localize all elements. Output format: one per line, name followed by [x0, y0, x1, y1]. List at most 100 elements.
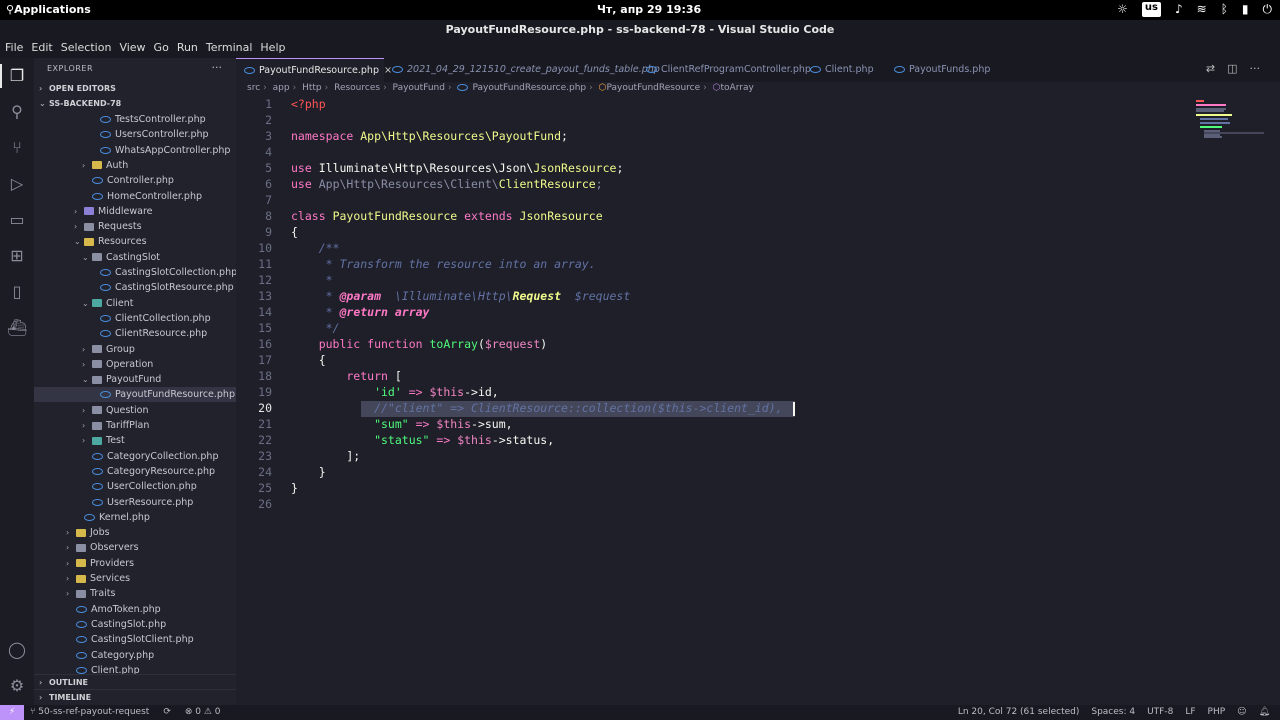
power-icon[interactable]: ⏻ — [1263, 2, 1273, 17]
tree-folder[interactable]: › Question — [34, 403, 236, 418]
battery-icon[interactable]: ▮ — [1242, 2, 1249, 17]
tree-folder[interactable]: ⌄ Client — [34, 296, 236, 311]
menu-selection[interactable]: Selection — [56, 39, 112, 58]
run-debug-icon[interactable]: ▷ — [7, 174, 27, 194]
code-line[interactable]: 16 public function toArray($request) — [236, 336, 1196, 352]
tree-file[interactable]: AmoToken.php — [34, 602, 236, 617]
tree-folder[interactable]: ⌄ CastingSlot — [34, 250, 236, 265]
breadcrumb-item[interactable]: Resources — [334, 83, 380, 93]
tree-folder[interactable]: › Group — [34, 342, 236, 357]
tree-folder[interactable]: › TariffPlan — [34, 418, 236, 433]
keyboard-layout[interactable]: us — [1141, 2, 1161, 17]
menu-terminal[interactable]: Terminal — [201, 39, 253, 58]
code-line[interactable]: 17 { — [236, 352, 1196, 368]
tree-file[interactable]: CastingSlotCollection.php — [34, 265, 236, 280]
code-line[interactable]: 19 'id' => $this->id, — [236, 384, 1196, 400]
cursor-position[interactable]: Ln 20, Col 72 (61 selected) — [958, 705, 1080, 720]
tree-file[interactable]: PayoutFundResource.php — [34, 387, 236, 403]
tree-folder[interactable]: › Jobs — [34, 525, 236, 540]
tree-file[interactable]: WhatsAppController.php — [34, 143, 236, 158]
breadcrumb-item[interactable]: toArray — [721, 83, 754, 93]
clock[interactable]: Чт, апр 29 19:36 — [597, 3, 701, 16]
minimap[interactable] — [1196, 96, 1280, 705]
notebook-icon[interactable]: ▯ — [7, 282, 27, 302]
breadcrumb-item[interactable]: app — [273, 83, 290, 93]
code-line[interactable]: 12 * — [236, 272, 1196, 288]
search-icon[interactable]: ⚲ — [7, 102, 27, 122]
outline-section[interactable]: › OUTLINE — [34, 674, 236, 689]
code-line[interactable]: 22 "status" => $this->status, — [236, 432, 1196, 448]
code-line[interactable]: 23 ]; — [236, 448, 1196, 464]
wifi-icon[interactable]: ≋ — [1197, 2, 1207, 17]
tree-file[interactable]: UsersController.php — [34, 127, 236, 142]
code-line[interactable]: 5 use Illuminate\Http\Resources\Json\Json… — [236, 160, 1196, 176]
project-section[interactable]: ⌄ SS-BACKEND-78 — [34, 96, 236, 111]
code-line[interactable]: 6 use App\Http\Resources\Client\ClientRes… — [236, 176, 1196, 192]
tab-payoutfunds[interactable]: PayoutFunds.php — [886, 58, 996, 82]
code-editor[interactable]: 1 <?php 2 3 namespace App\Http\Resources\Pay… — [236, 96, 1196, 705]
tree-file[interactable]: ClientResource.php — [34, 326, 236, 341]
code-line[interactable]: 26 — [236, 496, 1196, 512]
open-editors-section[interactable]: › OPEN EDITORS — [34, 81, 236, 96]
code-line[interactable]: 7 — [236, 192, 1196, 208]
tree-folder[interactable]: › Operation — [34, 357, 236, 372]
more-actions-button[interactable]: ··· — [212, 61, 223, 74]
tree-file[interactable]: CastingSlotResource.php — [34, 280, 236, 295]
explorer-icon[interactable]: ❐ — [7, 66, 27, 86]
tree-file[interactable]: CategoryResource.php — [34, 464, 236, 479]
tab-migration[interactable]: 2021_04_29_121510_create_payout_funds_ta… — [384, 58, 660, 82]
feedback-icon[interactable]: ☺ — [1237, 705, 1246, 720]
eol[interactable]: LF — [1185, 705, 1195, 720]
branch-status[interactable]: ⑂ 50-ss-ref-payout-request — [30, 705, 149, 720]
tree-folder[interactable]: ⌄ PayoutFund — [34, 372, 236, 387]
remote-explorer-icon[interactable]: ▭ — [7, 210, 27, 230]
problems-status[interactable]: ⊗ 0 ⚠ 0 — [185, 705, 221, 720]
code-line[interactable]: 18 return [ — [236, 368, 1196, 384]
tree-file[interactable]: Kernel.php — [34, 510, 236, 525]
menu-help[interactable]: Help — [255, 39, 285, 58]
sync-icon[interactable]: ⟳ — [163, 705, 171, 720]
encoding[interactable]: UTF-8 — [1147, 705, 1173, 720]
tree-file[interactable]: UserCollection.php — [34, 479, 236, 494]
menu-view[interactable]: View — [114, 39, 145, 58]
tab-payoutfundresource[interactable]: PayoutFundResource.php × — [236, 58, 392, 82]
tree-file[interactable]: CategoryCollection.php — [34, 449, 236, 464]
code-line[interactable]: 14 * @return array — [236, 304, 1196, 320]
tree-folder[interactable]: › Test — [34, 433, 236, 448]
account-icon[interactable]: ◯ — [7, 640, 27, 660]
compare-icon[interactable]: ⇄ — [1206, 62, 1215, 75]
code-line[interactable]: 3 namespace App\Http\Resources\PayoutFund… — [236, 128, 1196, 144]
code-line[interactable]: 20 //"client" => ClientResource::collect… — [236, 400, 1196, 416]
breadcrumb-item[interactable]: PayoutFund — [393, 83, 445, 93]
bluetooth-icon[interactable]: ᛒ — [1221, 2, 1228, 17]
code-line[interactable]: 15 */ — [236, 320, 1196, 336]
docker-icon[interactable]: ⛴ — [7, 318, 27, 338]
code-line[interactable]: 9{ — [236, 224, 1196, 240]
code-line[interactable]: 21 "sum" => $this->sum, — [236, 416, 1196, 432]
tab-clientrefprogramcontroller[interactable]: ClientRefProgramController.php — [638, 58, 811, 82]
tree-folder[interactable]: ⌄ Resources — [34, 234, 236, 249]
tree-file[interactable]: HomeController.php — [34, 189, 236, 204]
tree-file[interactable]: UserResource.php — [34, 495, 236, 510]
breadcrumb-item[interactable]: src — [247, 83, 260, 93]
tree-folder[interactable]: › Middleware — [34, 204, 236, 219]
code-line[interactable]: 4 — [236, 144, 1196, 160]
tree-file[interactable]: CastingSlotClient.php — [34, 632, 236, 647]
brightness-icon[interactable]: ☼ — [1117, 2, 1128, 17]
breadcrumb-item[interactable]: PayoutFundResource — [606, 83, 700, 93]
menu-go[interactable]: Go — [149, 39, 169, 58]
tree-folder[interactable]: › Providers — [34, 556, 236, 571]
menu-file[interactable]: File — [0, 39, 23, 58]
code-line[interactable]: 25} — [236, 480, 1196, 496]
tree-folder[interactable]: › Services — [34, 571, 236, 586]
breadcrumb-item[interactable]: PayoutFundResource.php — [472, 83, 586, 93]
code-line[interactable]: 11 * Transform the resource into an arra… — [236, 256, 1196, 272]
code-line[interactable]: 8 class PayoutFundResource extends JsonRe… — [236, 208, 1196, 224]
bell-icon[interactable]: 🔔︎ — [1259, 705, 1270, 720]
applications-menu[interactable]: ⚲Applications — [6, 3, 91, 16]
code-line[interactable]: 10 /** — [236, 240, 1196, 256]
tree-file[interactable]: TestsController.php — [34, 112, 236, 127]
code-line[interactable]: 24 } — [236, 464, 1196, 480]
timeline-section[interactable]: › TIMELINE — [34, 689, 236, 704]
tree-folder[interactable]: › Traits — [34, 586, 236, 601]
